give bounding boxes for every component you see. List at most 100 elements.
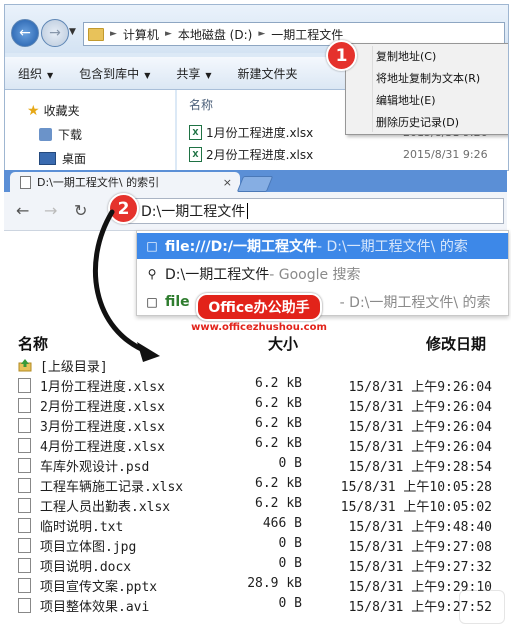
parent-folder-icon [18, 358, 32, 372]
list-item[interactable]: 4月份工程进度.xlsx 6.2 kB 15/8/31 上午9:26:04 [18, 435, 498, 455]
back-arrow-icon: ← [19, 25, 31, 41]
file-icon [18, 558, 31, 573]
file-link[interactable]: 项目说明.docx [40, 556, 131, 575]
file-size: 466 B [262, 516, 302, 531]
list-item[interactable]: 1月份工程进度.xlsx 6.2 kB 15/8/31 上午9:26:04 [18, 375, 498, 395]
file-date: 15/8/31 上午10:05:28 [340, 480, 492, 495]
share-label: 共享 [176, 66, 201, 81]
file-link[interactable]: 项目立体图.jpg [40, 536, 136, 555]
file-link[interactable]: 4月份工程进度.xlsx [40, 436, 165, 455]
parent-directory-row[interactable]: [上级目录] [18, 355, 498, 375]
doc-icon: □ [146, 295, 158, 309]
suggestion-item[interactable]: □ file:///D:/一期工程文件 - D:\一期工程文件\ 的索 [137, 233, 508, 259]
page-icon [20, 175, 31, 189]
list-item[interactable]: 工程人员出勤表.xlsx 6.2 kB 15/8/31 上午10:05:02 [18, 495, 498, 515]
file-size: 6.2 kB [255, 496, 302, 511]
menu-separator [372, 46, 373, 132]
menu-delete-history[interactable]: 删除历史记录(D) [376, 114, 459, 130]
browser-tab[interactable]: D:\一期工程文件\ 的索引 × [10, 172, 240, 192]
file-link[interactable]: 车库外观设计.psd [40, 456, 149, 475]
menu-copy-address[interactable]: 复制地址(C) [376, 48, 436, 64]
file-link[interactable]: 项目整体效果.avi [40, 596, 149, 615]
file-link[interactable]: 工程人员出勤表.xlsx [40, 496, 170, 515]
suggestion-desc: - Google 搜索 [269, 267, 361, 283]
file-icon [18, 498, 31, 513]
list-item[interactable]: 工程车辆施工记录.xlsx 6.2 kB 15/8/31 上午10:05:28 [18, 475, 498, 495]
list-item[interactable]: 车库外观设计.psd 0 B 15/8/31 上午9:28:54 [18, 455, 498, 475]
downloads-folder-icon [39, 128, 52, 141]
nav-favorites[interactable]: ★ 收藏夹 [27, 102, 80, 119]
list-item[interactable]: 2月份工程进度.xlsx 6.2 kB 15/8/31 上午9:26:04 [18, 395, 498, 415]
new-folder-button[interactable]: 新建文件夹 [225, 65, 311, 82]
dropdown-icon: ▼ [205, 70, 212, 80]
back-arrow-icon[interactable]: ← [16, 201, 29, 220]
nav-downloads[interactable]: 下载 [39, 126, 82, 143]
list-item[interactable]: 项目整体效果.avi 0 B 15/8/31 上午9:27:52 [18, 595, 498, 615]
list-item[interactable]: 项目立体图.jpg 0 B 15/8/31 上午9:27:08 [18, 535, 498, 555]
file-size: 6.2 kB [255, 376, 302, 391]
parent-directory-link[interactable]: [上级目录] [40, 356, 108, 375]
list-item[interactable]: 项目宣传文案.pptx 28.9 kB 15/8/31 上午9:29:10 [18, 575, 498, 595]
excel-file-icon: X [189, 125, 202, 140]
file-date: 15/8/31 上午9:27:08 [348, 540, 492, 555]
back-button[interactable]: ← [11, 19, 39, 47]
breadcrumb-chevron-icon[interactable]: ► [163, 29, 174, 39]
file-icon [18, 398, 31, 413]
breadcrumb-computer[interactable]: 计算机 [119, 26, 163, 43]
excel-file-icon: X [189, 147, 202, 162]
file-name: 2月份工程进度.xlsx [206, 148, 314, 162]
include-in-library-button[interactable]: 包含到库中 ▼ [66, 65, 163, 82]
header-name[interactable]: 名称 [18, 333, 48, 354]
omnibox[interactable]: D:\一期工程文件 [128, 198, 504, 224]
suggestion-desc: - D:\一期工程文件\ 的索 [316, 239, 468, 255]
nav-favorites-label: 收藏夹 [43, 104, 80, 118]
corner-watermark-icon [459, 590, 505, 624]
suggestion-item[interactable]: ⚲ D:\一期工程文件 - Google 搜索 [137, 261, 508, 287]
file-link[interactable]: 1月份工程进度.xlsx [40, 376, 165, 395]
menu-edit-address[interactable]: 编辑地址(E) [376, 92, 436, 108]
text-caret [247, 203, 249, 219]
history-dropdown-icon[interactable]: ▼ [69, 27, 76, 37]
suggestion-url: file:///D:/一期工程文件 [165, 239, 317, 255]
file-link[interactable]: 3月份工程进度.xlsx [40, 416, 165, 435]
list-item[interactable]: 项目说明.docx 0 B 15/8/31 上午9:27:32 [18, 555, 498, 575]
list-item[interactable]: 临时说明.txt 466 B 15/8/31 上午9:48:40 [18, 515, 498, 535]
share-button[interactable]: 共享 ▼ [163, 65, 224, 82]
nav-desktop[interactable]: 桌面 [39, 150, 86, 167]
directory-listing: 名称 大小 修改日期 [上级目录] 1月份工程进度.xlsx 6.2 kB 15/8… [0, 325, 511, 629]
omnibox-text: D:\一期工程文件 [141, 204, 246, 220]
file-icon [18, 538, 31, 553]
header-size[interactable]: 大小 [268, 333, 298, 354]
reload-icon[interactable]: ↻ [74, 201, 87, 220]
organize-button[interactable]: 组织 ▼ [5, 65, 66, 82]
forward-arrow-icon[interactable]: → [44, 201, 57, 220]
watermark-brand: Office办公助手 [196, 293, 322, 321]
dropdown-icon: ▼ [47, 70, 54, 80]
breadcrumb-drive-d[interactable]: 本地磁盘 (D:) [174, 26, 256, 43]
file-size: 28.9 kB [247, 576, 302, 591]
breadcrumb-chevron-icon[interactable]: ► [108, 29, 119, 39]
navigation-pane: ★ 收藏夹 下载 桌面 [5, 90, 175, 170]
file-date: 15/8/31 上午10:05:02 [340, 500, 492, 515]
column-header-name[interactable]: 名称 [189, 96, 213, 113]
file-icon [18, 578, 31, 593]
organize-label: 组织 [18, 66, 43, 81]
breadcrumb-chevron-icon[interactable]: ► [256, 29, 267, 39]
file-date: 2015/8/31 9:26 [403, 148, 488, 161]
file-row[interactable]: X 2月份工程进度.xlsx 2015/8/31 9:26 [189, 146, 499, 163]
forward-button[interactable]: → [41, 19, 69, 47]
file-size: 0 B [278, 536, 302, 551]
file-link[interactable]: 2月份工程进度.xlsx [40, 396, 165, 415]
file-link[interactable]: 项目宣传文案.pptx [40, 576, 157, 595]
header-date[interactable]: 修改日期 [426, 333, 486, 354]
file-link[interactable]: 临时说明.txt [40, 516, 123, 535]
file-icon [18, 518, 31, 533]
list-item[interactable]: 3月份工程进度.xlsx 6.2 kB 15/8/31 上午9:26:04 [18, 415, 498, 435]
file-size: 6.2 kB [255, 476, 302, 491]
file-link[interactable]: 工程车辆施工记录.xlsx [40, 476, 183, 495]
browser-toolbar: ← → ↻ D:\一期工程文件 [4, 192, 507, 231]
new-tab-button[interactable] [236, 176, 274, 192]
tab-close-icon[interactable]: × [223, 176, 232, 189]
dropdown-icon: ▼ [144, 70, 151, 80]
menu-copy-address-as-text[interactable]: 将地址复制为文本(R) [376, 70, 480, 86]
